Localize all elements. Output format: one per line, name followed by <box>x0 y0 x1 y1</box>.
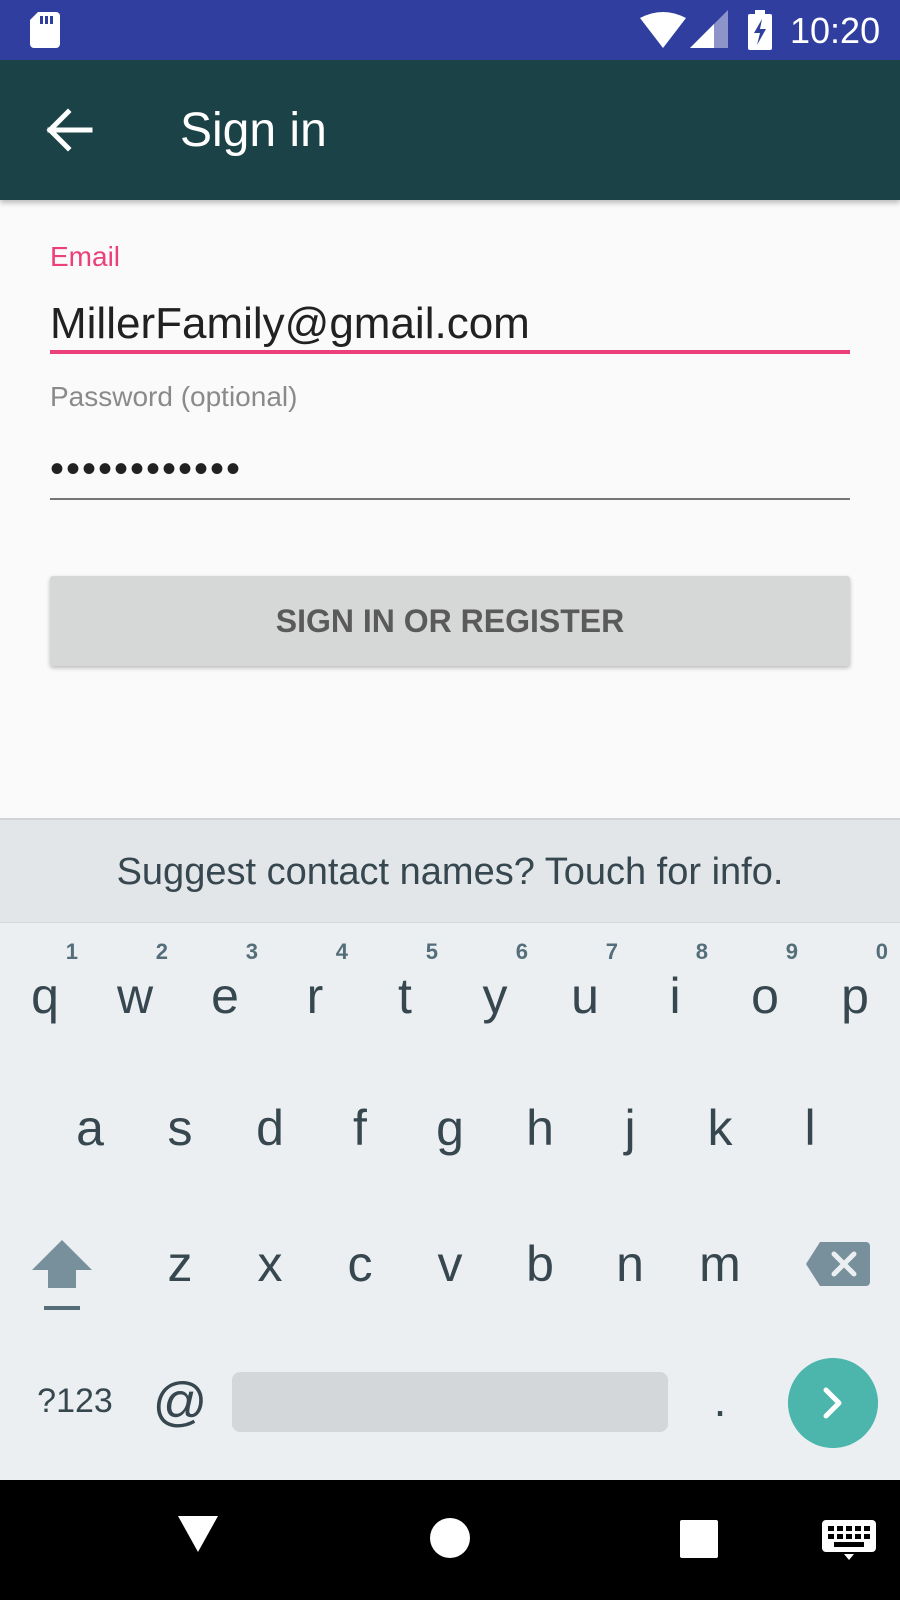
key-label: g <box>436 1100 464 1156</box>
key-number-hint: 4 <box>335 939 348 964</box>
key-label: v <box>437 1236 463 1292</box>
arrow-back-icon[interactable] <box>46 108 94 152</box>
key-u[interactable]: 7u <box>540 922 630 1054</box>
key-label: k <box>707 1100 733 1156</box>
status-bar: 10:20 <box>0 0 900 60</box>
back-triangle-icon[interactable] <box>176 1514 220 1554</box>
key-h[interactable]: h <box>495 1054 585 1186</box>
recents-square-icon[interactable] <box>680 1520 718 1558</box>
key-c[interactable]: c <box>315 1190 405 1322</box>
key-label: c <box>347 1236 373 1292</box>
key-label: i <box>669 968 681 1024</box>
key-label: u <box>571 968 599 1024</box>
keyboard-switch-icon[interactable] <box>822 1520 876 1560</box>
key-label: e <box>211 968 239 1024</box>
clock: 10:20 <box>790 10 881 51</box>
key-label: n <box>616 1236 644 1292</box>
navigation-bar <box>0 1480 900 1600</box>
key-label: f <box>353 1100 367 1156</box>
page-title: Sign in <box>180 104 327 157</box>
key-label: y <box>482 968 508 1024</box>
key-z[interactable]: z <box>135 1190 225 1322</box>
key-label: s <box>167 1100 193 1156</box>
backspace-icon[interactable] <box>806 1240 870 1288</box>
sign-in-or-register-button[interactable]: SIGN IN OR REGISTER <box>50 576 850 666</box>
period-key[interactable]: . <box>700 1370 740 1430</box>
key-n[interactable]: n <box>585 1190 675 1322</box>
key-label: d <box>256 1100 284 1156</box>
key-label: q <box>31 968 59 1024</box>
key-m[interactable]: m <box>675 1190 765 1322</box>
shift-icon[interactable] <box>28 1236 96 1316</box>
key-number-hint: 0 <box>875 939 888 964</box>
key-l[interactable]: l <box>765 1054 855 1186</box>
key-v[interactable]: v <box>405 1190 495 1322</box>
key-t[interactable]: 5t <box>360 922 450 1054</box>
key-e[interactable]: 3e <box>180 922 270 1054</box>
key-q[interactable]: 1q <box>0 922 90 1054</box>
sd-card-icon <box>30 12 60 48</box>
key-label: j <box>624 1100 636 1156</box>
key-number-hint: 1 <box>65 939 78 964</box>
key-number-hint: 5 <box>425 939 438 964</box>
app-bar: Sign in <box>0 60 900 200</box>
key-k[interactable]: k <box>675 1054 765 1186</box>
at-key[interactable]: @ <box>150 1372 210 1432</box>
key-label: m <box>699 1236 741 1292</box>
key-label: h <box>526 1100 554 1156</box>
key-label: w <box>116 968 154 1024</box>
key-number-hint: 2 <box>155 939 168 964</box>
key-label: r <box>306 968 324 1024</box>
key-p[interactable]: 0p <box>810 922 900 1054</box>
key-number-hint: 8 <box>695 939 708 964</box>
key-r[interactable]: 4r <box>270 922 360 1054</box>
key-o[interactable]: 9o <box>720 922 810 1054</box>
key-i[interactable]: 8i <box>630 922 720 1054</box>
key-a[interactable]: a <box>45 1054 135 1186</box>
key-d[interactable]: d <box>225 1054 315 1186</box>
key-number-hint: 9 <box>785 939 798 964</box>
key-label: z <box>167 1236 193 1292</box>
key-g[interactable]: g <box>405 1054 495 1186</box>
space-bar[interactable] <box>232 1372 668 1432</box>
password-field[interactable] <box>50 440 850 500</box>
key-w[interactable]: 2w <box>90 922 180 1054</box>
key-label: p <box>841 968 869 1024</box>
email-label: Email <box>50 241 121 272</box>
key-y[interactable]: 6y <box>450 922 540 1054</box>
wifi-icon <box>640 12 686 48</box>
key-number-hint: 3 <box>245 939 258 964</box>
key-f[interactable]: f <box>315 1054 405 1186</box>
home-circle-icon[interactable] <box>430 1518 470 1558</box>
key-j[interactable]: j <box>585 1054 675 1186</box>
key-label: o <box>751 968 779 1024</box>
symbols-key[interactable]: ?123 <box>20 1384 130 1418</box>
key-label: x <box>257 1236 283 1292</box>
battery-charging-icon <box>748 10 772 50</box>
key-x[interactable]: x <box>225 1190 315 1322</box>
key-label: b <box>526 1236 554 1292</box>
enter-next-icon[interactable] <box>788 1358 878 1448</box>
key-label: t <box>398 968 412 1024</box>
keyboard-suggestion-bar[interactable]: Suggest contact names? Touch for info. <box>0 818 900 922</box>
key-number-hint: 7 <box>605 939 618 964</box>
email-field[interactable] <box>50 298 850 354</box>
cell-signal-icon <box>690 10 728 48</box>
key-label: l <box>804 1100 816 1156</box>
key-number-hint: 6 <box>515 939 528 964</box>
key-label: a <box>76 1100 104 1156</box>
key-b[interactable]: b <box>495 1190 585 1322</box>
password-label: Password (optional) <box>50 381 298 412</box>
key-s[interactable]: s <box>135 1054 225 1186</box>
